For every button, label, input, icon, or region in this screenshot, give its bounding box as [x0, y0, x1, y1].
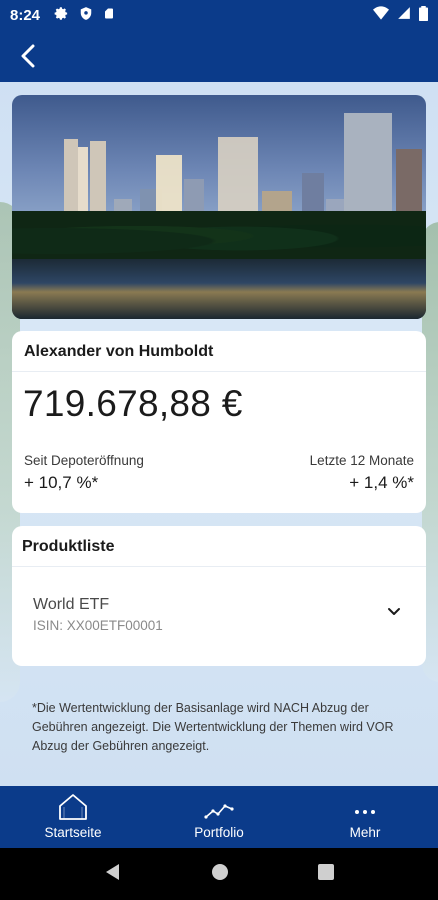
wifi-icon: [373, 6, 389, 24]
circle-home-icon: [211, 863, 228, 880]
nav-item-startseite[interactable]: Startseite: [0, 786, 146, 848]
since-opening-label: Seit Depoteröffnung: [24, 453, 144, 468]
product-isin: ISIN: XX00ETF00001: [33, 618, 163, 633]
nav-label: Portfolio: [194, 825, 244, 840]
chart-line-icon: [204, 804, 234, 819]
gear-icon: [54, 6, 69, 25]
signal-icon: [397, 6, 411, 24]
bottom-navigation: Startseite Portfolio Mehr: [0, 786, 438, 848]
account-holder-name: Alexander von Humboldt: [24, 343, 214, 360]
product-name: World ETF: [33, 596, 110, 613]
product-list-card: Produktliste World ETF ISIN: XX00ETF0000…: [12, 526, 426, 666]
hero-image: [12, 95, 426, 319]
system-recents-button[interactable]: [317, 863, 334, 885]
square-recents-icon: [317, 863, 334, 880]
shield-icon: [79, 6, 93, 25]
app-bar: [0, 30, 438, 82]
product-list-title: Produktliste: [22, 538, 115, 555]
divider: [12, 371, 426, 372]
status-time: 8:24: [10, 6, 41, 24]
last-12-months-label: Letzte 12 Monate: [309, 453, 414, 468]
since-opening-value: + 10,7 %*: [24, 473, 99, 492]
sd-card-icon: [103, 6, 115, 25]
system-home-button[interactable]: [211, 863, 229, 886]
more-dots-icon: [355, 810, 375, 814]
home-icon: [59, 794, 87, 820]
chevron-down-icon[interactable]: [384, 602, 404, 622]
account-card: Alexander von Humboldt 719.678,88 € Seit…: [12, 331, 426, 513]
back-button[interactable]: [14, 42, 42, 70]
performance-footnote: *Die Wertentwicklung der Basisanlage wir…: [32, 701, 394, 753]
portfolio-value: 719.678,88 €: [23, 383, 243, 424]
chevron-left-icon: [21, 44, 35, 68]
triangle-back-icon: [106, 863, 120, 880]
system-back-button[interactable]: [104, 863, 122, 886]
nav-item-mehr[interactable]: Mehr: [292, 786, 438, 848]
nav-label: Startseite: [44, 825, 102, 840]
product-item[interactable]: World ETF ISIN: XX00ETF00001: [12, 576, 426, 656]
status-bar: 8:24: [0, 0, 438, 30]
system-navigation: [0, 848, 438, 900]
divider: [12, 566, 426, 567]
nav-item-portfolio[interactable]: Portfolio: [146, 786, 292, 848]
last-12-months-value: + 1,4 %*: [349, 473, 414, 492]
main-content[interactable]: Alexander von Humboldt 719.678,88 € Seit…: [0, 82, 438, 786]
nav-label: Mehr: [349, 825, 381, 840]
battery-icon: [419, 5, 428, 25]
